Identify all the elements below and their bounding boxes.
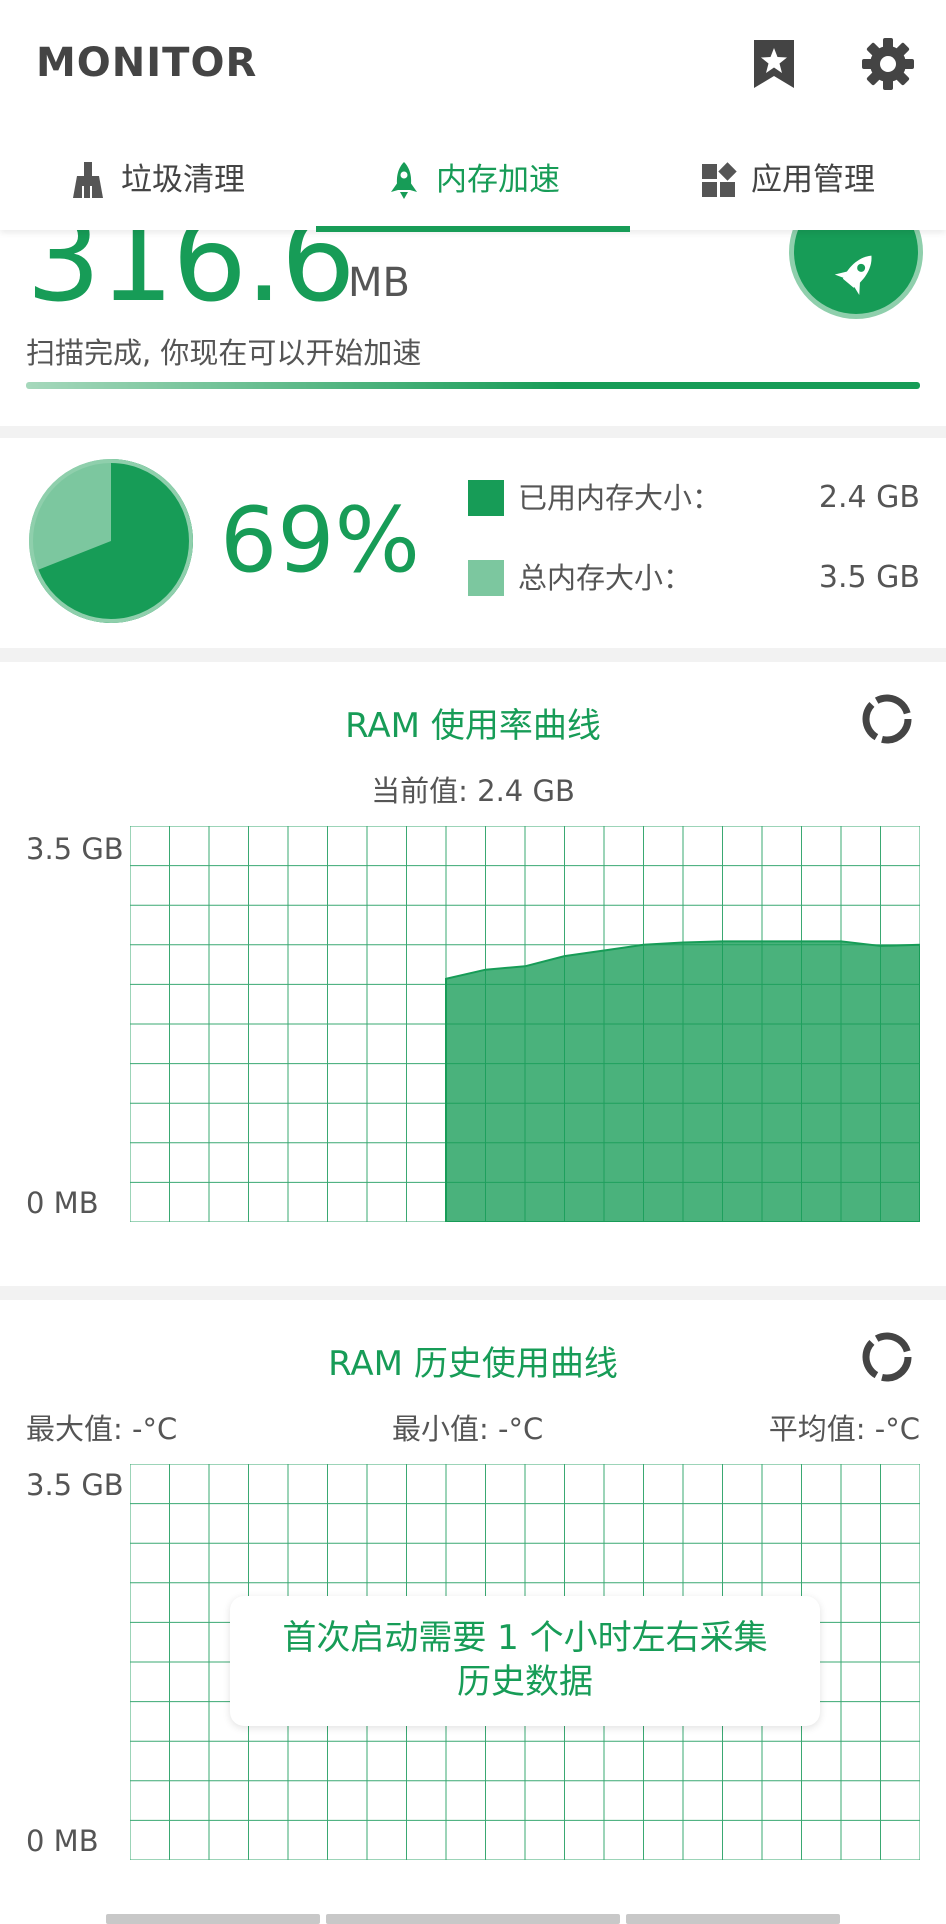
freed-memory-value: 316.6: [26, 230, 356, 328]
legend-used-value: 2.4 GB: [818, 480, 920, 515]
memory-pie-chart: [29, 459, 194, 623]
history-notice: 首次启动需要 1 个小时左右采集 历史数据: [230, 1596, 820, 1726]
legend-total-swatch: [468, 560, 504, 596]
legend-used: 已用内存大小： 2.4 GB: [468, 480, 920, 520]
tab-memory-boost[interactable]: 内存加速: [316, 150, 630, 230]
boost-card: 316.6 MB 扫描完成, 你现在可以开始加速: [0, 230, 946, 426]
rocket-icon: [834, 255, 872, 296]
y-axis-max-label: 3.5 GB: [26, 1468, 124, 1502]
notice-line-1: 首次启动需要 1 个小时左右采集: [282, 1618, 768, 1658]
app-header: MONITOR 垃圾清理 内存加速 应用管理: [0, 0, 946, 230]
legend-total-value: 3.5 GB: [818, 560, 920, 595]
bookmark-star-icon[interactable]: [746, 36, 802, 92]
legend-total: 总内存大小： 3.5 GB: [468, 560, 920, 600]
tab-app-manage[interactable]: 应用管理: [630, 150, 946, 230]
y-axis-min-label: 0 MB: [26, 1186, 99, 1220]
tab-bar: 垃圾清理 内存加速 应用管理: [0, 150, 946, 230]
refresh-icon[interactable]: [860, 1330, 914, 1384]
history-avg-value: 平均值: -°C: [768, 1412, 920, 1446]
tab-label: 应用管理: [751, 162, 875, 198]
ram-current-value: 当前值: 2.4 GB: [371, 774, 575, 808]
memory-summary-card: 69% 已用内存大小： 2.4 GB 总内存大小： 3.5 GB: [0, 438, 946, 648]
ram-usage-title: RAM 使用率曲线: [345, 706, 601, 746]
y-axis-max-label: 3.5 GB: [26, 832, 124, 866]
active-tab-indicator: [316, 226, 630, 232]
gear-icon[interactable]: [860, 36, 916, 92]
ram-history-card: RAM 历史使用曲线 最大值: -°C 最小值: -°C 平均值: -°C 3.…: [0, 1300, 946, 1924]
page-indicator-1: [106, 1914, 320, 1924]
history-max-value: 最大值: -°C: [26, 1412, 178, 1446]
page-indicator-2: [326, 1914, 620, 1924]
scan-progress-bar: [26, 382, 920, 389]
page-indicator-3: [626, 1914, 840, 1924]
ram-usage-card: RAM 使用率曲线 当前值: 2.4 GB 3.5 GB 0 MB: [0, 662, 946, 1286]
ram-usage-area: [445, 940, 920, 1222]
tab-junk-clean[interactable]: 垃圾清理: [0, 150, 316, 230]
notice-line-2: 历史数据: [457, 1662, 593, 1702]
history-min-value: 最小值: -°C: [392, 1412, 544, 1446]
legend-used-swatch: [468, 480, 504, 516]
tab-label: 垃圾清理: [121, 162, 245, 198]
legend-used-label: 已用内存大小：: [518, 481, 722, 515]
y-axis-min-label: 0 MB: [26, 1824, 99, 1858]
boost-button[interactable]: [794, 230, 918, 314]
scan-status-text: 扫描完成, 你现在可以开始加速: [26, 336, 422, 370]
ram-history-title: RAM 历史使用曲线: [328, 1344, 618, 1384]
rocket-icon: [391, 162, 417, 199]
memory-usage-percent: 69%: [220, 488, 421, 593]
apps-icon: [702, 162, 737, 197]
refresh-icon[interactable]: [860, 692, 914, 746]
bottom-page-indicator: [0, 1914, 946, 1924]
freed-memory-unit: MB: [348, 260, 410, 306]
broom-icon: [73, 162, 103, 198]
legend-total-label: 总内存大小：: [518, 561, 693, 595]
ram-usage-chart: [130, 826, 920, 1222]
app-title: MONITOR: [36, 40, 258, 86]
tab-label: 内存加速: [436, 162, 560, 198]
